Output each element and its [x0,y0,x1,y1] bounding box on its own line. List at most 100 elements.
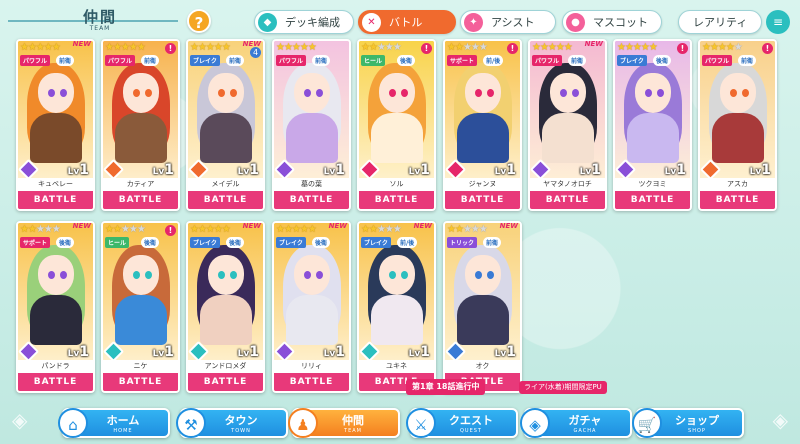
tab-assist[interactable]: ✦ アシスト [460,10,556,34]
rarity-stars: ★★★★★ [617,42,658,53]
character-name: アンドロメダ [188,360,263,373]
role-badge: ブレイク [361,237,391,248]
character-card[interactable]: ★★★★★ ブレイク 後衛 NEW Lv1 アンドロメダ BATTLE [186,221,265,393]
level-prefix: Lv [494,167,507,177]
new-tag: NEW [72,40,91,48]
character-card[interactable]: ★★★★★ パワフル 前衛! Lv1 カティア BATTLE [101,39,180,211]
level-prefix: Lv [494,349,507,359]
battle-button[interactable]: BATTLE [188,191,263,209]
character-card[interactable]: ★★★★★ パワフル 前衛 NEW Lv1 キュベレー BATTLE [16,39,95,211]
level-value: 1 [506,162,516,178]
rarity-stars: ★★★★★ [447,42,488,53]
battle-button[interactable]: BATTLE [530,191,605,209]
battle-button[interactable]: BATTLE [700,191,775,209]
battle-button[interactable]: BATTLE [274,373,349,391]
alert-icon: ! [762,43,773,54]
level-label: Lv1 [153,344,174,360]
level-value: 1 [79,162,89,178]
tab-label: マスコット [593,16,648,29]
battle-button[interactable]: BATTLE [615,191,690,209]
quest-icon: ⚔ [406,408,436,438]
character-name: アスカ [700,178,775,191]
character-name: パンドラ [18,360,93,373]
character-card[interactable]: ★★★★★ ブレイク 前衛 NEW 4 Lv1 メイデル BATTLE [186,39,265,211]
character-card[interactable]: ★★★★★ ブレイク 後衛 NEW Lv1 リリィ BATTLE [272,221,351,393]
battle-button[interactable]: BATTLE [103,373,178,391]
level-label: Lv1 [238,162,259,178]
character-card[interactable]: ★★★★★ サポート 前/後! Lv1 ジャンヌ BATTLE [443,39,522,211]
character-card[interactable]: ★★★★★トリック前衛NEWLv1オクBATTLE [443,221,522,393]
position-badge: 前衛 [483,237,502,248]
rarity-sort-button[interactable]: レアリティ [678,10,762,34]
position-badge: 前衛 [568,55,587,66]
battle-button[interactable]: BATTLE [445,191,520,209]
town-icon: ⚒ [176,408,206,438]
quest-progress-tip: 第1章 18話進行中 [406,379,486,395]
new-tag: NEW [499,222,518,230]
nav-town-button[interactable]: ⚒ タウン TOWN [176,408,288,438]
level-value: 1 [335,162,345,178]
battle-button[interactable]: BATTLE [359,191,434,209]
tab-sword[interactable]: ✕ バトル [358,10,456,34]
character-name: カティア [103,178,178,191]
shop-icon: 🛒 [632,408,662,438]
level-prefix: Lv [152,349,165,359]
rarity-stars: ★★★★★ [447,224,488,235]
sort-icon[interactable]: ≡ [766,10,790,34]
nav-gacha-button[interactable]: ◈ ガチャ GACHA [520,408,632,438]
character-card[interactable]: ★★★★★ サポート 後衛 NEW Lv1 パンドラ BATTLE [16,221,95,393]
level-value: 1 [249,344,259,360]
level-value: 1 [164,162,174,178]
level-label: Lv1 [324,344,345,360]
character-card[interactable]: ★★★★★ ヒール 後衛! Lv1 ソル BATTLE [357,39,436,211]
character-card[interactable]: ★★★★★ パワフル 前衛 Lv1 墓の葉 BATTLE [272,39,351,211]
battle-button[interactable]: BATTLE [103,191,178,209]
rarity-stars: ★★★★★ [532,42,573,53]
help-button[interactable]: ? [187,9,211,33]
new-tag: NEW [242,222,261,230]
sword-icon: ✕ [362,13,381,32]
rarity-sort-label: レアリティ [693,16,748,29]
level-label: Lv1 [68,162,89,178]
level-value: 1 [249,162,259,178]
rarity-stars: ★★★★★ [361,42,402,53]
nav-shop-button[interactable]: 🛒 ショップ SHOP [632,408,744,438]
role-badge: サポート [447,55,478,66]
new-tag: NEW [72,222,91,230]
rarity-stars: ★★★★★ [190,42,231,53]
mascot-icon: ● [566,13,585,32]
level-label: Lv1 [68,344,89,360]
tab-deck[interactable]: ◆ デッキ編成 [254,10,354,34]
level-label: Lv1 [495,162,516,178]
character-name: ジャンヌ [445,178,520,191]
battle-button[interactable]: BATTLE [274,191,349,209]
rarity-stars: ★★★★★ [361,224,402,235]
nav-quest-button[interactable]: ⚔ クエスト QUEST [406,408,518,438]
character-card[interactable]: ★★★★★ ブレイク 前/後 NEW Lv1 ユキネ BATTLE [357,221,436,393]
character-name: ソル [359,178,434,191]
character-card[interactable]: ★★★★★ パワフル 前衛! Lv1 アスカ BATTLE [698,39,777,211]
nav-team-button[interactable]: ♟ 仲間 TEAM [288,408,400,438]
tab-mascot[interactable]: ● マスコット [562,10,662,34]
role-badge: パワフル [276,55,307,66]
character-name: ツクヨミ [615,178,690,191]
level-label: Lv1 [153,162,174,178]
nav-home-button[interactable]: ⌂ ホーム HOME [58,408,170,438]
tab-label: デッキ編成 [285,16,340,29]
level-value: 1 [676,162,686,178]
role-badge: ブレイク [276,237,306,248]
position-badge: 前衛 [56,55,75,66]
alert-icon: ! [677,43,688,54]
new-tag: NEW [584,40,603,48]
battle-button[interactable]: BATTLE [18,191,93,209]
character-card[interactable]: ★★★★★ ブレイク 後衛! Lv1 ツクヨミ BATTLE [613,39,692,211]
new-tag: NEW [328,222,347,230]
position-badge: 前衛 [738,55,757,66]
character-card[interactable]: ★★★★★ パワフル 前衛 NEW Lv1 ヤマタノオロチ BATTLE [528,39,607,211]
page-title: 仲間 [82,8,117,26]
character-card[interactable]: ★★★★★ ヒール 後衛! Lv1 ニケ BATTLE [101,221,180,393]
battle-button[interactable]: BATTLE [18,373,93,391]
team-icon: ♟ [288,408,318,438]
battle-button[interactable]: BATTLE [188,373,263,391]
rarity-stars: ★★★★★ [105,42,146,53]
